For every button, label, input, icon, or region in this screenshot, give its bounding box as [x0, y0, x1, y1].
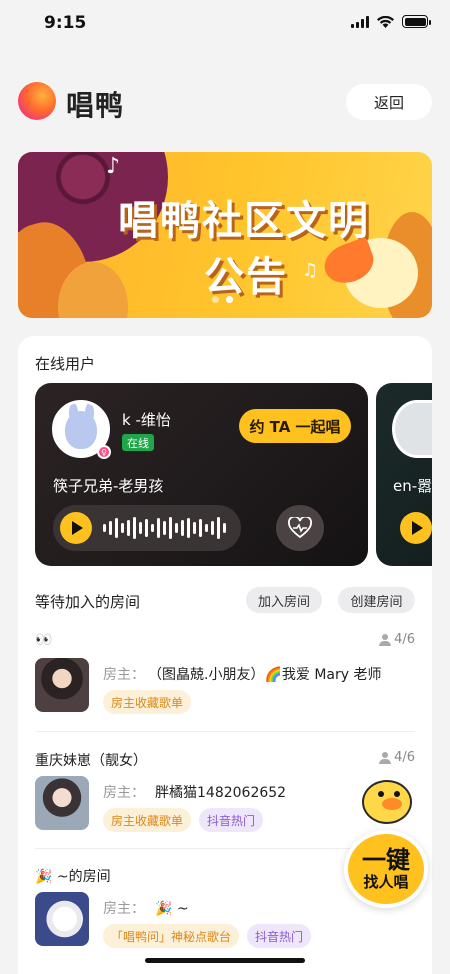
avatar: [35, 892, 89, 946]
online-user-card[interactable]: en-嚣: [376, 383, 432, 566]
avatar[interactable]: [392, 400, 432, 458]
home-indicator: [145, 958, 305, 963]
online-user-card[interactable]: ♀ k -维怡 在线 约 TA 一起唱 筷子兄弟-老男孩: [35, 383, 368, 566]
banner-dot: [212, 296, 219, 303]
user-name: k -维怡: [122, 411, 171, 429]
room-tag: 抖音热门: [199, 808, 264, 832]
waveform-icon: [103, 516, 226, 540]
status-icons: [351, 15, 431, 28]
person-icon: [379, 633, 392, 646]
room-tags: 房主收藏歌单: [103, 690, 192, 714]
room-item[interactable]: 重庆妹崽（靓女） 4/6 房主： 胖橘猫1482062652 房主收藏歌单 抖音热…: [35, 750, 415, 836]
avatar: [35, 658, 89, 712]
room-item[interactable]: 👀 4/6 房主： （图皛兢.小朋友）🌈我爱 Mary 老师 房主收藏歌单: [35, 632, 415, 718]
app-name: 唱鸭: [66, 89, 125, 122]
female-gender-icon: ♀: [97, 445, 111, 459]
room-owner: 房主： （图皛兢.小朋友）🌈我爱 Mary 老师: [103, 667, 382, 683]
divider: [35, 731, 415, 732]
signal-icon: [351, 15, 369, 28]
room-member-count: 4/6: [379, 632, 415, 647]
room-tags: 房主收藏歌单 抖音热门: [103, 808, 264, 832]
banner-subtitle: 公告: [204, 254, 288, 300]
play-icon[interactable]: [400, 512, 432, 544]
room-name: 🎉 ~的房间: [35, 869, 111, 885]
invite-sing-button[interactable]: 约 TA 一起唱: [239, 409, 351, 443]
status-time: 9:15: [44, 13, 87, 33]
quick-match-sublabel: 找人唱: [363, 873, 409, 891]
heartbeat-icon[interactable]: [276, 505, 324, 551]
room-name: 👀: [35, 632, 53, 648]
app-logo-icon: [18, 82, 56, 120]
room-tag: 房主收藏歌单: [103, 808, 192, 832]
room-tag: 抖音热门: [247, 924, 312, 948]
play-icon[interactable]: [60, 512, 92, 544]
back-button[interactable]: 返回: [346, 84, 432, 120]
room-tag: 「唱鸭问」神秘点歌台: [103, 924, 240, 948]
room-tags: 「唱鸭问」神秘点歌台 抖音热门: [103, 924, 312, 948]
room-tag: 房主收藏歌单: [103, 690, 192, 714]
banner-title: 唱鸭社区文明: [118, 198, 370, 244]
wifi-icon: [377, 15, 394, 28]
person-icon: [379, 751, 392, 764]
room-member-count: 4/6: [379, 750, 415, 765]
music-note-icon: ♫: [302, 260, 319, 281]
room-name: 重庆妹崽（靓女）: [35, 753, 147, 769]
song-title: 筷子兄弟-老男孩: [53, 477, 164, 495]
online-users-title: 在线用户: [35, 355, 96, 373]
banner-dot-active: [226, 296, 233, 303]
banner-pagination: [212, 296, 233, 303]
quick-match-label: 一键: [362, 846, 410, 874]
avatar: [35, 776, 89, 830]
create-room-button[interactable]: 创建房间: [338, 587, 415, 613]
user-name: en-嚣: [393, 477, 432, 495]
status-bar: 9:15: [0, 0, 450, 48]
quick-match-button[interactable]: 一键 找人唱: [344, 830, 428, 908]
waiting-rooms-title: 等待加入的房间: [35, 593, 141, 611]
music-note-icon: ♪: [106, 154, 121, 179]
announcement-banner[interactable]: ♪ ♫ 唱鸭社区文明 公告: [18, 152, 432, 318]
join-room-button[interactable]: 加入房间: [246, 587, 322, 613]
online-status-badge: 在线: [122, 434, 154, 451]
room-owner: 房主： 🎉 ~: [103, 901, 189, 917]
battery-icon: [402, 15, 431, 28]
room-owner: 房主： 胖橘猫1482062652: [103, 785, 287, 801]
duck-mascot-icon: [362, 780, 412, 824]
audio-player[interactable]: [53, 505, 241, 551]
